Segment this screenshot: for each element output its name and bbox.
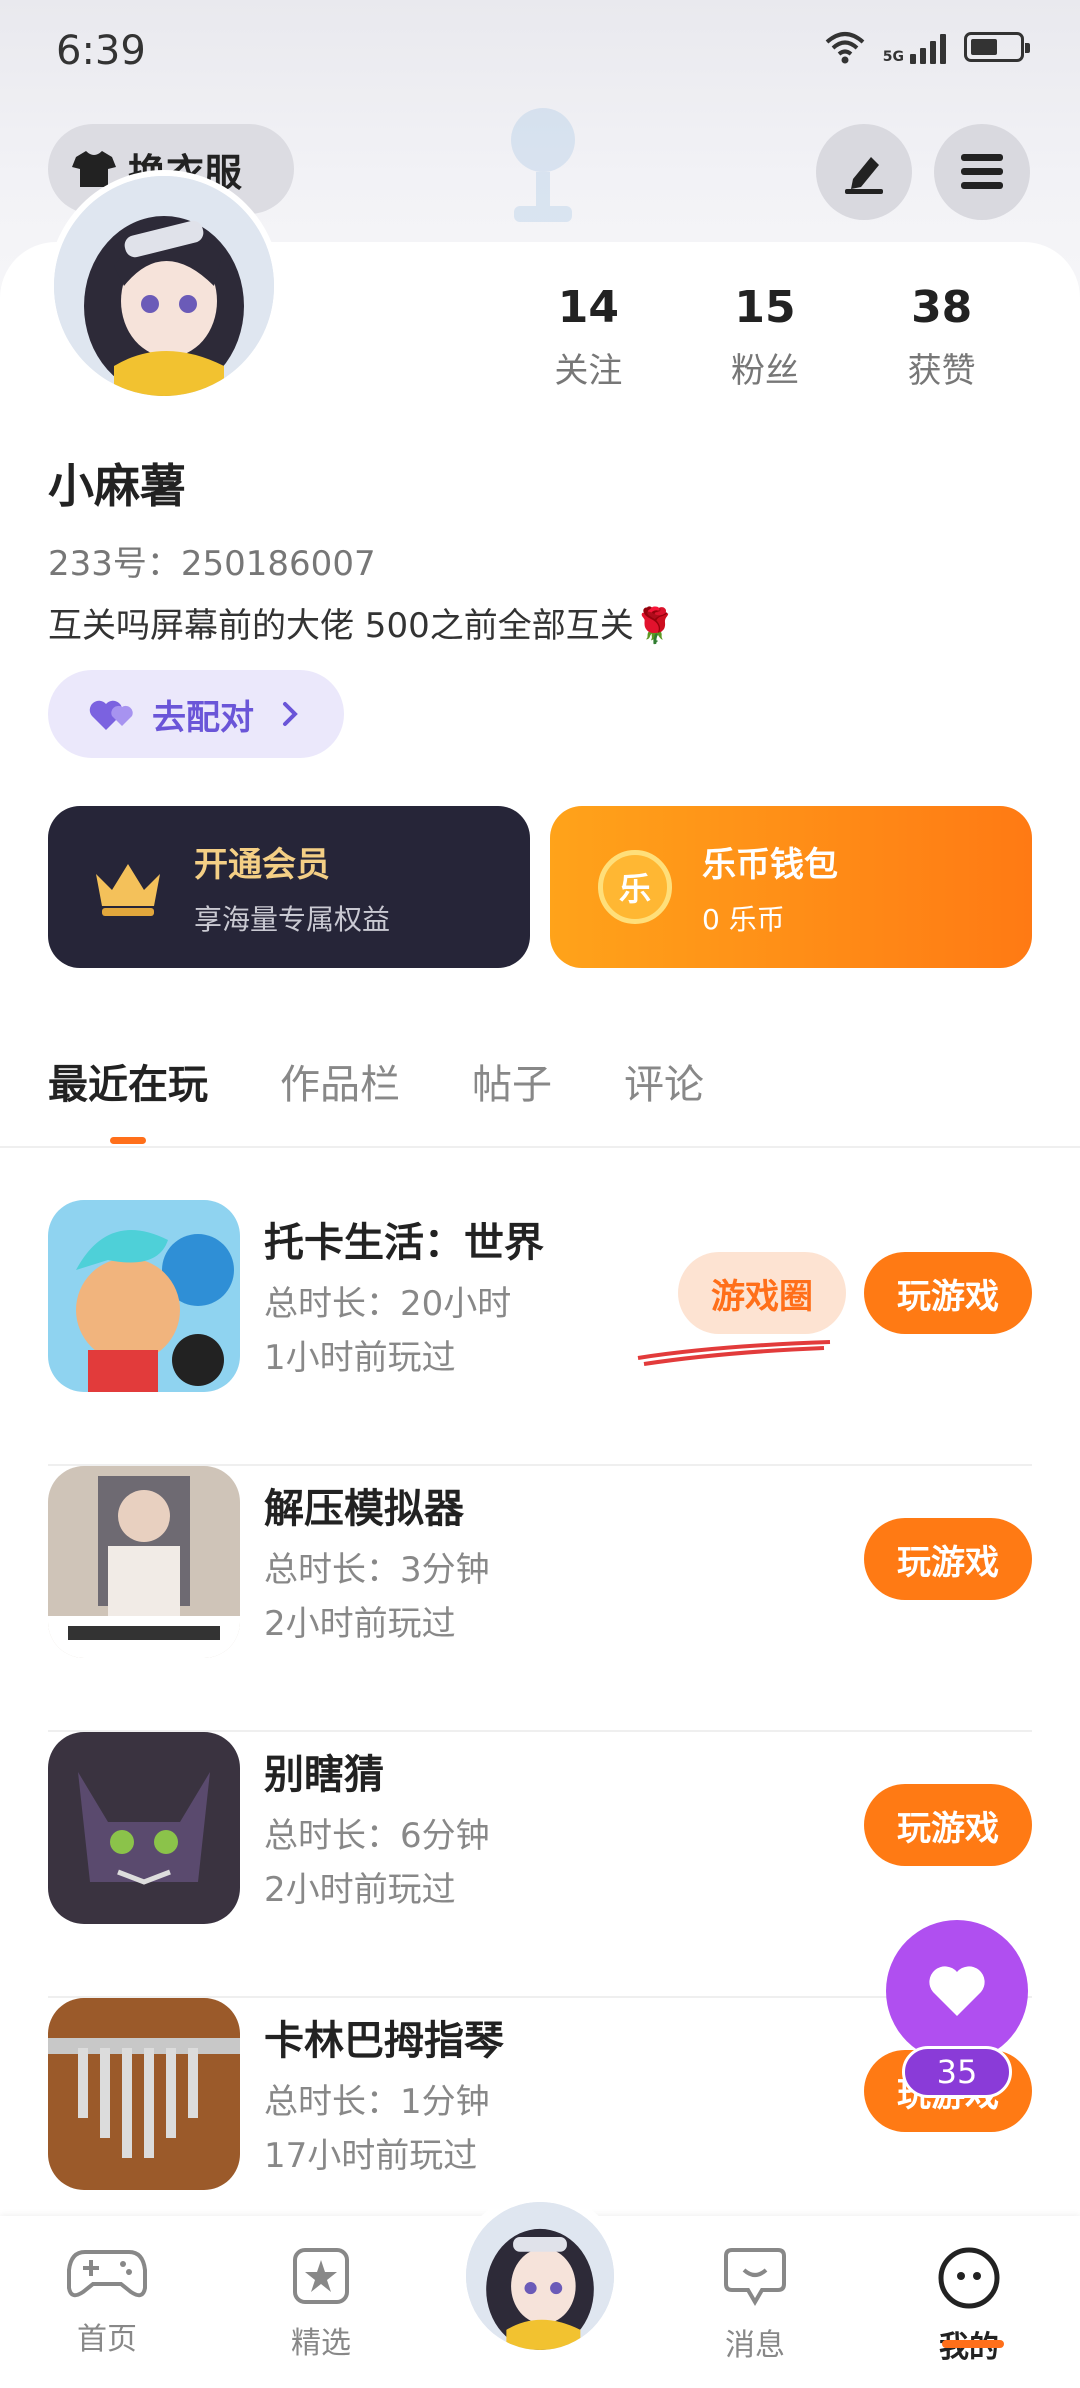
game-icon bbox=[48, 1200, 240, 1392]
signal-icon bbox=[910, 30, 946, 64]
bottom-nav: 首页 精选 消息 bbox=[0, 2192, 1080, 2388]
user-bio: 互关吗屏幕前的大佬 500之前全部互关🌹 bbox=[48, 606, 677, 646]
game-icon bbox=[48, 1466, 240, 1658]
status-icons: 5G bbox=[825, 30, 1030, 64]
game-duration: 总时长：1分钟 bbox=[264, 2082, 490, 2122]
nav-featured[interactable]: 精选 bbox=[256, 2246, 386, 2362]
wallet-card[interactable]: 乐 乐币钱包 0 乐币 bbox=[550, 806, 1032, 968]
wallet-subtitle: 0 乐币 bbox=[702, 902, 785, 936]
wifi-icon bbox=[825, 32, 865, 64]
game-name: 卡林巴拇指琴 bbox=[264, 2018, 504, 2064]
stat-label: 粉丝 bbox=[731, 351, 799, 391]
stat-number: 15 bbox=[734, 282, 796, 333]
game-last-played: 2小时前玩过 bbox=[264, 1604, 456, 1644]
vip-card[interactable]: 开通会员 享海量专属权益 bbox=[48, 806, 530, 968]
menu-button[interactable] bbox=[934, 124, 1030, 220]
trophy-decoration bbox=[511, 108, 575, 222]
avatar-image bbox=[54, 176, 274, 396]
game-circle-button[interactable]: 游戏圈 bbox=[678, 1252, 846, 1334]
list-item[interactable]: 托卡生活：世界 总时长：20小时 1小时前玩过 游戏圈 玩游戏 bbox=[48, 1200, 1032, 1466]
game-last-played: 17小时前玩过 bbox=[264, 2136, 478, 2176]
stat-label: 关注 bbox=[554, 351, 623, 391]
edit-icon bbox=[845, 157, 883, 194]
match-button[interactable]: 去配对 bbox=[48, 670, 344, 758]
message-icon bbox=[724, 2248, 786, 2306]
game-duration: 总时长：6分钟 bbox=[264, 1816, 490, 1856]
coin-icon: 乐 bbox=[598, 850, 672, 924]
menu-icon bbox=[961, 154, 1003, 189]
stat-following[interactable]: 14 关注 bbox=[500, 282, 677, 392]
tab-comments[interactable]: 评论 bbox=[624, 1052, 704, 1110]
like-count-badge: 35 bbox=[902, 2046, 1012, 2098]
game-icon bbox=[48, 1732, 240, 1924]
game-duration: 总时长：20小时 bbox=[264, 1284, 512, 1324]
profile-page: 6:39 5G 换衣服 bbox=[0, 0, 1080, 2388]
game-name: 别瞎猜 bbox=[264, 1752, 384, 1798]
crown-icon bbox=[96, 864, 160, 916]
hearts-icon bbox=[89, 700, 133, 730]
status-time: 6:39 bbox=[56, 28, 146, 74]
list-item[interactable]: 别瞎猜 总时长：6分钟 2小时前玩过 玩游戏 bbox=[48, 1732, 1032, 1998]
profile-tabs: 最近在玩 作品栏 帖子 评论 bbox=[48, 1052, 704, 1144]
network-type: 5G bbox=[882, 49, 904, 65]
tabs-divider bbox=[0, 1146, 1080, 1148]
game-last-played: 2小时前玩过 bbox=[264, 1870, 456, 1910]
chevron-right-icon bbox=[283, 702, 298, 726]
avatar[interactable] bbox=[48, 170, 280, 402]
nav-label: 首页 bbox=[77, 2322, 137, 2357]
stat-number: 14 bbox=[557, 282, 619, 333]
like-fab-button[interactable] bbox=[886, 1920, 1028, 2062]
game-icon bbox=[48, 1998, 240, 2190]
scribble-mark bbox=[637, 1340, 831, 1366]
play-game-button[interactable]: 玩游戏 bbox=[864, 1518, 1032, 1600]
battery-icon bbox=[964, 32, 1030, 62]
nav-avatar[interactable] bbox=[456, 2192, 624, 2360]
stat-likes[interactable]: 38 获赞 bbox=[853, 282, 1030, 392]
nav-home[interactable]: 首页 bbox=[42, 2246, 172, 2358]
nav-messages[interactable]: 消息 bbox=[690, 2246, 820, 2364]
vip-subtitle: 享海量专属权益 bbox=[194, 902, 391, 936]
tab-recent[interactable]: 最近在玩 bbox=[48, 1052, 208, 1144]
match-label: 去配对 bbox=[152, 697, 254, 738]
user-id: 233号：250186007 bbox=[48, 544, 376, 584]
play-game-button[interactable]: 玩游戏 bbox=[864, 1252, 1032, 1334]
tab-works[interactable]: 作品栏 bbox=[280, 1052, 400, 1110]
vip-title: 开通会员 bbox=[194, 844, 330, 885]
list-item[interactable]: 解压模拟器 总时长：3分钟 2小时前玩过 玩游戏 bbox=[48, 1466, 1032, 1732]
cellular-signal: 5G bbox=[883, 30, 946, 64]
edit-button[interactable] bbox=[816, 124, 912, 220]
game-duration: 总时长：3分钟 bbox=[264, 1550, 490, 1590]
profile-icon bbox=[938, 2247, 1000, 2309]
wallet-title: 乐币钱包 bbox=[702, 844, 838, 885]
game-last-played: 1小时前玩过 bbox=[264, 1338, 456, 1378]
stat-followers[interactable]: 15 粉丝 bbox=[677, 282, 854, 392]
nav-label: 精选 bbox=[291, 2326, 351, 2361]
avatar-image bbox=[466, 2202, 614, 2350]
play-game-button[interactable]: 玩游戏 bbox=[864, 1784, 1032, 1866]
game-name: 解压模拟器 bbox=[264, 1486, 464, 1532]
username: 小麻薯 bbox=[48, 459, 186, 513]
heart-icon bbox=[929, 1966, 985, 2016]
nav-mine[interactable]: 我的 bbox=[904, 2246, 1034, 2366]
tab-posts[interactable]: 帖子 bbox=[472, 1052, 552, 1110]
wallet-text: 乐币钱包 0 乐币 bbox=[702, 837, 838, 938]
stat-number: 38 bbox=[911, 282, 973, 333]
nav-label: 消息 bbox=[725, 2328, 785, 2363]
star-icon bbox=[293, 2248, 349, 2304]
stat-label: 获赞 bbox=[907, 351, 976, 391]
scribble-underline bbox=[942, 2340, 1004, 2348]
vip-text: 开通会员 享海量专属权益 bbox=[194, 837, 390, 938]
game-name: 托卡生活：世界 bbox=[264, 1220, 544, 1266]
status-bar: 6:39 5G bbox=[0, 0, 1080, 110]
gamepad-icon bbox=[67, 2250, 147, 2298]
profile-stats: 14 关注 15 粉丝 38 获赞 bbox=[500, 282, 1030, 392]
